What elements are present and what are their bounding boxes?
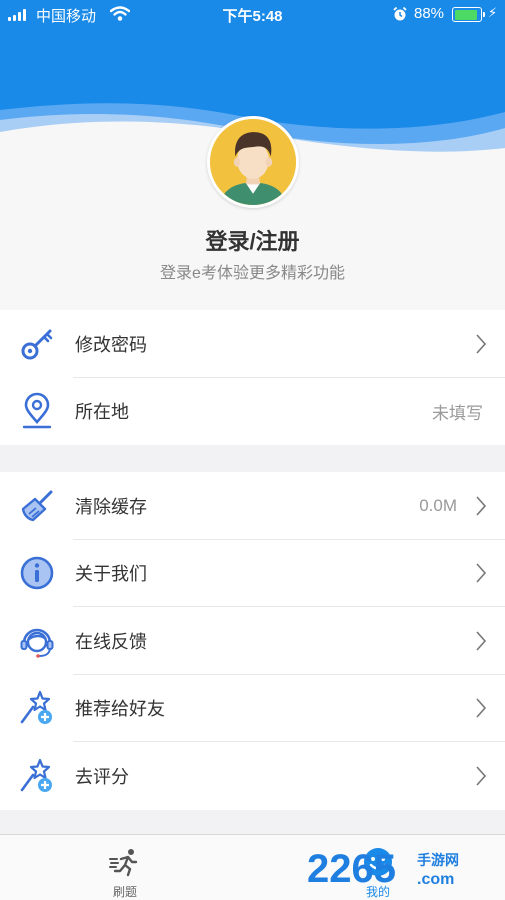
magic-wand-plus-icon (20, 758, 52, 792)
row-about-us[interactable]: 关于我们 (0, 540, 505, 607)
key-icon (21, 329, 53, 360)
location-value: 未填写 (432, 403, 483, 423)
row-recommend-friends[interactable]: 推荐给好友 (0, 675, 505, 742)
broom-icon (21, 490, 53, 521)
running-icon (109, 849, 138, 877)
row-clear-cache[interactable]: 清除缓存 0.0M (0, 472, 505, 540)
row-label: 去评分 (75, 766, 129, 787)
cache-size-value: 0.0M (419, 495, 457, 515)
login-register-title[interactable]: 登录/注册 (0, 224, 505, 256)
watermark-brand: 2265 (307, 847, 396, 891)
location-pin-icon (22, 393, 52, 429)
settings-group-account: 修改密码 所在地 未填写 (0, 310, 505, 445)
avatar[interactable] (207, 116, 299, 208)
row-change-password[interactable]: 修改密码 (0, 310, 505, 378)
row-rate-app[interactable]: 去评分 (0, 742, 505, 810)
watermark-suffix-bottom: .com (417, 871, 454, 888)
charging-bolt-icon: ⚡ (488, 5, 498, 20)
watermark-suffix-top: 手游网 (417, 852, 459, 869)
row-location[interactable]: 所在地 未填写 (0, 378, 505, 446)
magic-wand-plus-icon (20, 691, 52, 725)
settings-group-general: 清除缓存 0.0M 关于我们 在线反馈 推荐给好友 去评分 (0, 472, 505, 810)
row-label: 在线反馈 (75, 631, 147, 652)
battery-icon (452, 7, 485, 22)
alarm-icon (392, 6, 408, 26)
headset-icon (20, 628, 54, 658)
row-label: 清除缓存 (75, 496, 147, 517)
battery-level-fill (454, 9, 477, 20)
tab-practice[interactable]: 刷题 (65, 835, 185, 900)
row-label: 推荐给好友 (75, 699, 165, 720)
chevron-right-icon (476, 631, 487, 651)
battery-percentage: 88% (414, 5, 445, 22)
person-avatar-icon (210, 119, 296, 205)
row-label: 关于我们 (75, 564, 147, 585)
chevron-right-icon (476, 334, 487, 354)
info-icon (20, 556, 54, 590)
row-online-feedback[interactable]: 在线反馈 (0, 607, 505, 675)
site-watermark-logo: 2265 手游网 .com (307, 847, 459, 891)
status-bar: 中国移动 下午5:48 88% ⚡ (0, 0, 505, 30)
row-label: 所在地 (75, 402, 129, 423)
login-subtitle: 登录e考体验更多精彩功能 (160, 265, 345, 282)
profile-header: 中国移动 下午5:48 88% ⚡ 登录/注册 登录e考体验更多精彩功能 (0, 0, 505, 310)
chevron-right-icon (476, 563, 487, 583)
chevron-right-icon (476, 698, 487, 718)
row-label: 修改密码 (75, 334, 147, 355)
chevron-right-icon (476, 496, 487, 516)
chevron-right-icon (476, 766, 487, 786)
tab-label: 刷题 (112, 885, 137, 899)
